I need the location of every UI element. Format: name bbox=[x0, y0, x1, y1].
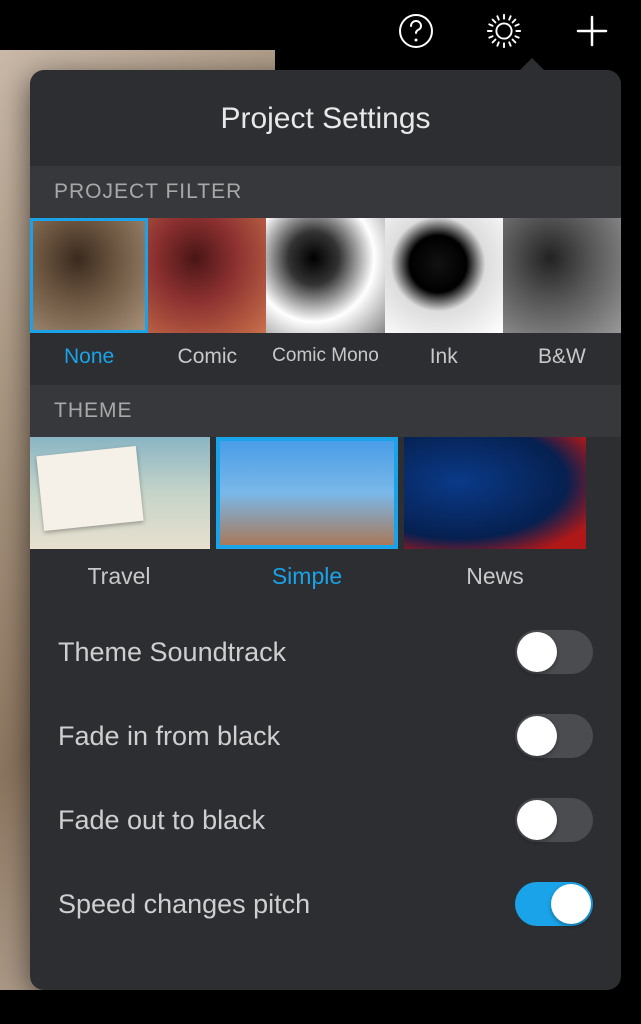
theme-label: News bbox=[466, 549, 524, 604]
theme-row: Travel Simple News bbox=[30, 437, 621, 604]
toggle-knob bbox=[517, 632, 557, 672]
filter-section-header: PROJECT FILTER bbox=[30, 166, 621, 218]
theme-thumb bbox=[404, 437, 586, 549]
gear-icon[interactable] bbox=[485, 12, 523, 50]
filter-thumb bbox=[266, 218, 384, 333]
theme-section-header: THEME bbox=[30, 385, 621, 437]
toggle-soundtrack[interactable] bbox=[515, 630, 593, 674]
theme-label: Simple bbox=[272, 549, 342, 604]
settings-popover: Project Settings PROJECT FILTER None Com… bbox=[30, 70, 621, 990]
filter-label: B&W bbox=[538, 333, 586, 385]
plus-icon[interactable] bbox=[573, 12, 611, 50]
toggle-section: Theme Soundtrack Fade in from black Fade… bbox=[30, 604, 621, 952]
popover-arrow bbox=[518, 58, 546, 72]
filter-row: None Comic Comic Mono Ink B&W bbox=[30, 218, 621, 385]
filter-thumb bbox=[385, 218, 503, 333]
filter-label: Comic Mono bbox=[272, 333, 379, 383]
toggle-label: Fade in from black bbox=[58, 721, 280, 752]
toggle-row-soundtrack: Theme Soundtrack bbox=[30, 610, 621, 694]
toggle-row-fade-out: Fade out to black bbox=[30, 778, 621, 862]
filter-comic[interactable]: Comic bbox=[148, 218, 266, 385]
filter-none[interactable]: None bbox=[30, 218, 148, 385]
filter-thumb bbox=[503, 218, 621, 333]
theme-thumb bbox=[216, 437, 398, 549]
filter-label: Ink bbox=[430, 333, 458, 385]
popover-title: Project Settings bbox=[30, 70, 621, 166]
theme-label: Travel bbox=[87, 549, 150, 604]
toggle-knob bbox=[517, 800, 557, 840]
filter-ink[interactable]: Ink bbox=[385, 218, 503, 385]
toggle-knob bbox=[551, 884, 591, 924]
toolbar bbox=[0, 0, 641, 62]
toggle-label: Speed changes pitch bbox=[58, 889, 310, 920]
filter-label: Comic bbox=[178, 333, 238, 385]
toggle-fade-in[interactable] bbox=[515, 714, 593, 758]
toggle-label: Theme Soundtrack bbox=[58, 637, 286, 668]
theme-news[interactable]: News bbox=[404, 437, 586, 604]
toggle-label: Fade out to black bbox=[58, 805, 265, 836]
theme-simple[interactable]: Simple bbox=[216, 437, 398, 604]
theme-thumb bbox=[30, 437, 210, 549]
filter-bw[interactable]: B&W bbox=[503, 218, 621, 385]
toggle-row-speed-pitch: Speed changes pitch bbox=[30, 862, 621, 946]
toggle-fade-out[interactable] bbox=[515, 798, 593, 842]
help-icon[interactable] bbox=[397, 12, 435, 50]
filter-thumb bbox=[148, 218, 266, 333]
filter-thumb bbox=[30, 218, 148, 333]
filter-comic-mono[interactable]: Comic Mono bbox=[266, 218, 384, 385]
toggle-speed-pitch[interactable] bbox=[515, 882, 593, 926]
theme-travel[interactable]: Travel bbox=[30, 437, 210, 604]
toggle-knob bbox=[517, 716, 557, 756]
filter-label: None bbox=[64, 333, 114, 385]
toggle-row-fade-in: Fade in from black bbox=[30, 694, 621, 778]
